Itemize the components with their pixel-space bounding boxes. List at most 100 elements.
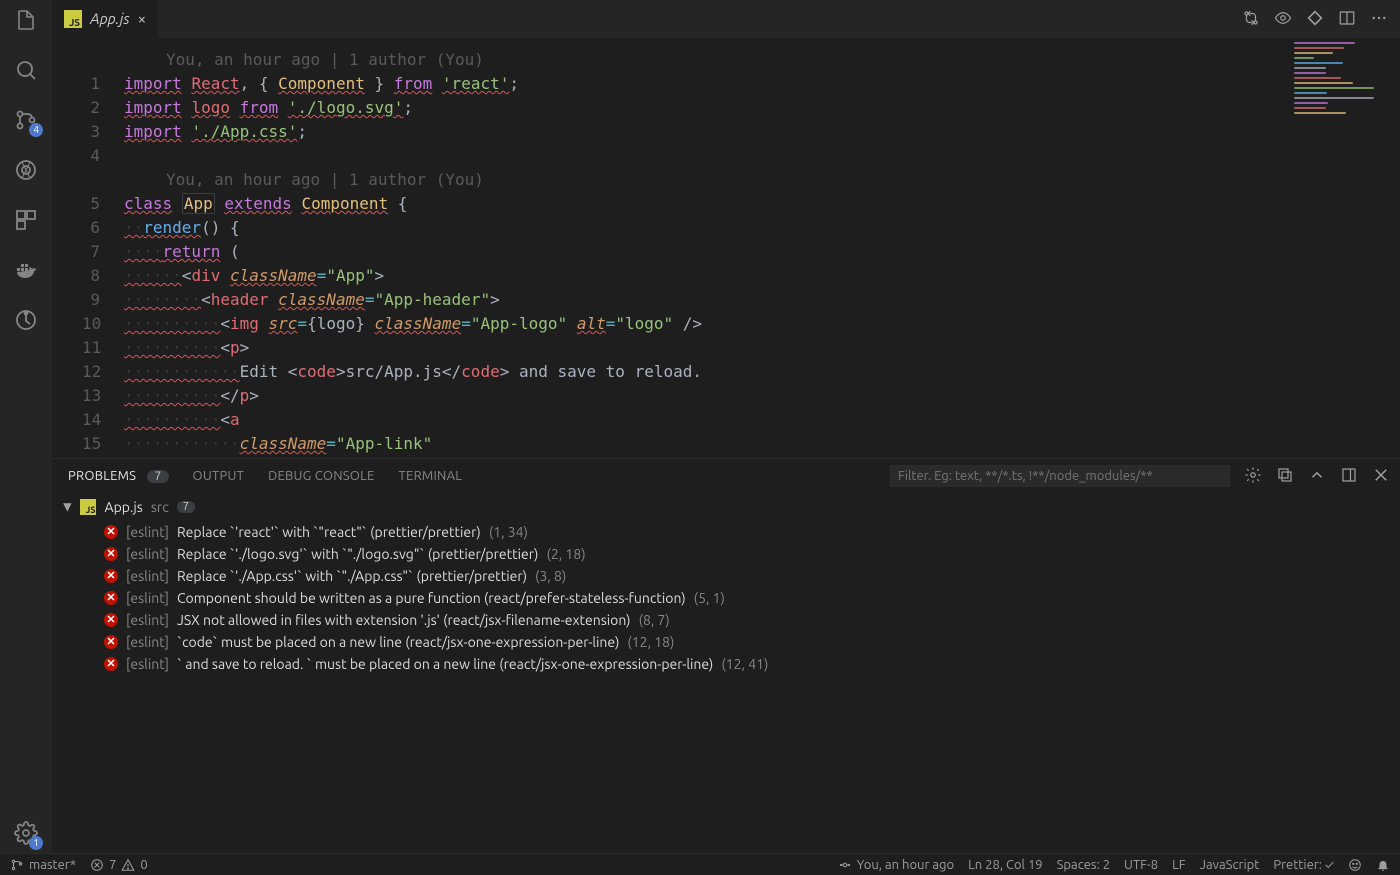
line-number: 12: [82, 360, 124, 384]
maximize-panel-icon[interactable]: [1340, 466, 1358, 487]
extensions-icon[interactable]: [12, 206, 40, 234]
problem-item[interactable]: ✕[eslint]Replace `'react'` with `"react"…: [64, 521, 1390, 543]
problem-source: [eslint]: [126, 634, 169, 650]
code-editor[interactable]: You, an hour ago | 1 author (You)1import…: [52, 38, 1400, 458]
editor-tabs: JS App.js ×: [52, 0, 1400, 38]
diff-icon[interactable]: [1306, 9, 1324, 30]
debug-icon[interactable]: [12, 156, 40, 184]
code-line[interactable]: 13··········</p>: [82, 384, 1400, 408]
problem-message: ` and save to reload. ` must be placed o…: [177, 656, 713, 672]
line-number: 6: [82, 216, 124, 240]
problem-message: Replace `'./logo.svg'` with `"./logo.svg…: [177, 546, 539, 562]
source-control-icon[interactable]: 4: [12, 106, 40, 134]
code-line[interactable]: 12············Edit <code>src/App.js</cod…: [82, 360, 1400, 384]
error-icon: ✕: [104, 547, 118, 561]
collapse-all-icon[interactable]: [1276, 466, 1294, 487]
status-bell-icon[interactable]: [1376, 858, 1390, 872]
split-editor-icon[interactable]: [1338, 9, 1356, 30]
problems-filter-input[interactable]: [890, 465, 1230, 487]
problem-location: (2, 18): [546, 546, 585, 562]
line-number: 9: [82, 288, 124, 312]
editor-actions: [1230, 0, 1400, 38]
docker-icon[interactable]: [12, 256, 40, 284]
problem-item[interactable]: ✕[eslint]Replace `'./logo.svg'` with `".…: [64, 543, 1390, 565]
problem-location: (8, 7): [639, 612, 670, 628]
code-line[interactable]: 6··render() {: [82, 216, 1400, 240]
problem-source: [eslint]: [126, 524, 169, 540]
status-indentation[interactable]: Spaces: 2: [1057, 858, 1110, 872]
settings-gear-icon[interactable]: 1: [12, 819, 40, 847]
line-number: 4: [82, 144, 124, 168]
code-line[interactable]: 5class App extends Component {: [82, 192, 1400, 216]
code-line[interactable]: 4: [82, 144, 1400, 168]
problem-location: (3, 8): [535, 568, 566, 584]
line-number: 11: [82, 336, 124, 360]
problems-file-row[interactable]: ▶ JS App.js src 7: [64, 497, 1390, 521]
code-line[interactable]: 3import './App.css';: [82, 120, 1400, 144]
status-eol[interactable]: LF: [1172, 858, 1185, 872]
problem-location: (5, 1): [694, 590, 725, 606]
problem-source: [eslint]: [126, 656, 169, 672]
filter-settings-icon[interactable]: [1244, 466, 1262, 487]
status-cursor-position[interactable]: Ln 28, Col 19: [968, 858, 1042, 872]
code-line[interactable]: 15············className="App-link": [82, 432, 1400, 456]
status-prettier[interactable]: Prettier: ✓: [1273, 858, 1334, 872]
status-language[interactable]: JavaScript: [1200, 858, 1260, 872]
chevron-down-icon: ▶: [62, 503, 75, 511]
preview-icon[interactable]: [1274, 9, 1292, 30]
status-branch[interactable]: master*: [10, 858, 76, 872]
code-line[interactable]: 11··········<p>: [82, 336, 1400, 360]
close-panel-icon[interactable]: [1372, 466, 1390, 487]
explorer-icon[interactable]: [12, 6, 40, 34]
problem-message: Replace `'./App.css'` with `"./App.css"`…: [177, 568, 527, 584]
code-line[interactable]: 1import React, { Component } from 'react…: [82, 72, 1400, 96]
error-icon: ✕: [104, 657, 118, 671]
git-compare-icon[interactable]: [1242, 9, 1260, 30]
settings-badge: 1: [29, 836, 43, 850]
line-number: 7: [82, 240, 124, 264]
tab-debug-console[interactable]: DEBUG CONSOLE: [268, 469, 374, 483]
gitlens-icon[interactable]: [12, 306, 40, 334]
status-encoding[interactable]: UTF-8: [1124, 858, 1158, 872]
line-number: 13: [82, 384, 124, 408]
tab-app-js[interactable]: JS App.js ×: [52, 0, 159, 38]
problems-file-dir: src: [151, 499, 169, 515]
js-file-icon: JS: [64, 10, 82, 28]
status-blame[interactable]: You, an hour ago: [838, 858, 954, 872]
problems-count: 7: [147, 470, 168, 483]
tab-output[interactable]: OUTPUT: [193, 469, 245, 483]
blame-annotation: You, an hour ago | 1 author (You): [124, 48, 484, 72]
chevron-up-icon[interactable]: [1308, 466, 1326, 487]
code-line[interactable]: 14··········<a: [82, 408, 1400, 432]
problem-item[interactable]: ✕[eslint]Replace `'./App.css'` with `"./…: [64, 565, 1390, 587]
tab-close-icon[interactable]: ×: [138, 10, 146, 27]
error-icon: ✕: [104, 569, 118, 583]
line-number: 14: [82, 408, 124, 432]
search-icon[interactable]: [12, 56, 40, 84]
problem-location: (12, 18): [627, 634, 674, 650]
tab-problems[interactable]: PROBLEMS 7: [68, 469, 169, 483]
line-number: 2: [82, 96, 124, 120]
problem-message: JSX not allowed in files with extension …: [177, 612, 631, 628]
code-line[interactable]: 9········<header className="App-header">: [82, 288, 1400, 312]
code-line[interactable]: 2import logo from './logo.svg';: [82, 96, 1400, 120]
line-number: 5: [82, 192, 124, 216]
code-line[interactable]: 10··········<img src={logo} className="A…: [82, 312, 1400, 336]
scm-badge: 4: [29, 123, 43, 137]
problem-item[interactable]: ✕[eslint]`code` must be placed on a new …: [64, 631, 1390, 653]
code-line[interactable]: 8······<div className="App">: [82, 264, 1400, 288]
status-problems[interactable]: 7 0: [90, 858, 148, 872]
problem-location: (1, 34): [489, 524, 528, 540]
status-bar: master* 7 0 You, an hour ago Ln 28, Col …: [0, 853, 1400, 875]
problem-message: Component should be written as a pure fu…: [177, 590, 686, 606]
problem-item[interactable]: ✕[eslint]JSX not allowed in files with e…: [64, 609, 1390, 631]
more-icon[interactable]: [1370, 9, 1388, 30]
problem-source: [eslint]: [126, 612, 169, 628]
problem-item[interactable]: ✕[eslint]Component should be written as …: [64, 587, 1390, 609]
status-feedback-icon[interactable]: [1348, 858, 1362, 872]
tab-terminal[interactable]: TERMINAL: [399, 469, 463, 483]
problem-item[interactable]: ✕ [eslint] ` and save to reload. ` must be…: [64, 653, 1390, 675]
error-icon: ✕: [104, 635, 118, 649]
tab-label: App.js: [90, 10, 130, 27]
code-line[interactable]: 7····return (: [82, 240, 1400, 264]
